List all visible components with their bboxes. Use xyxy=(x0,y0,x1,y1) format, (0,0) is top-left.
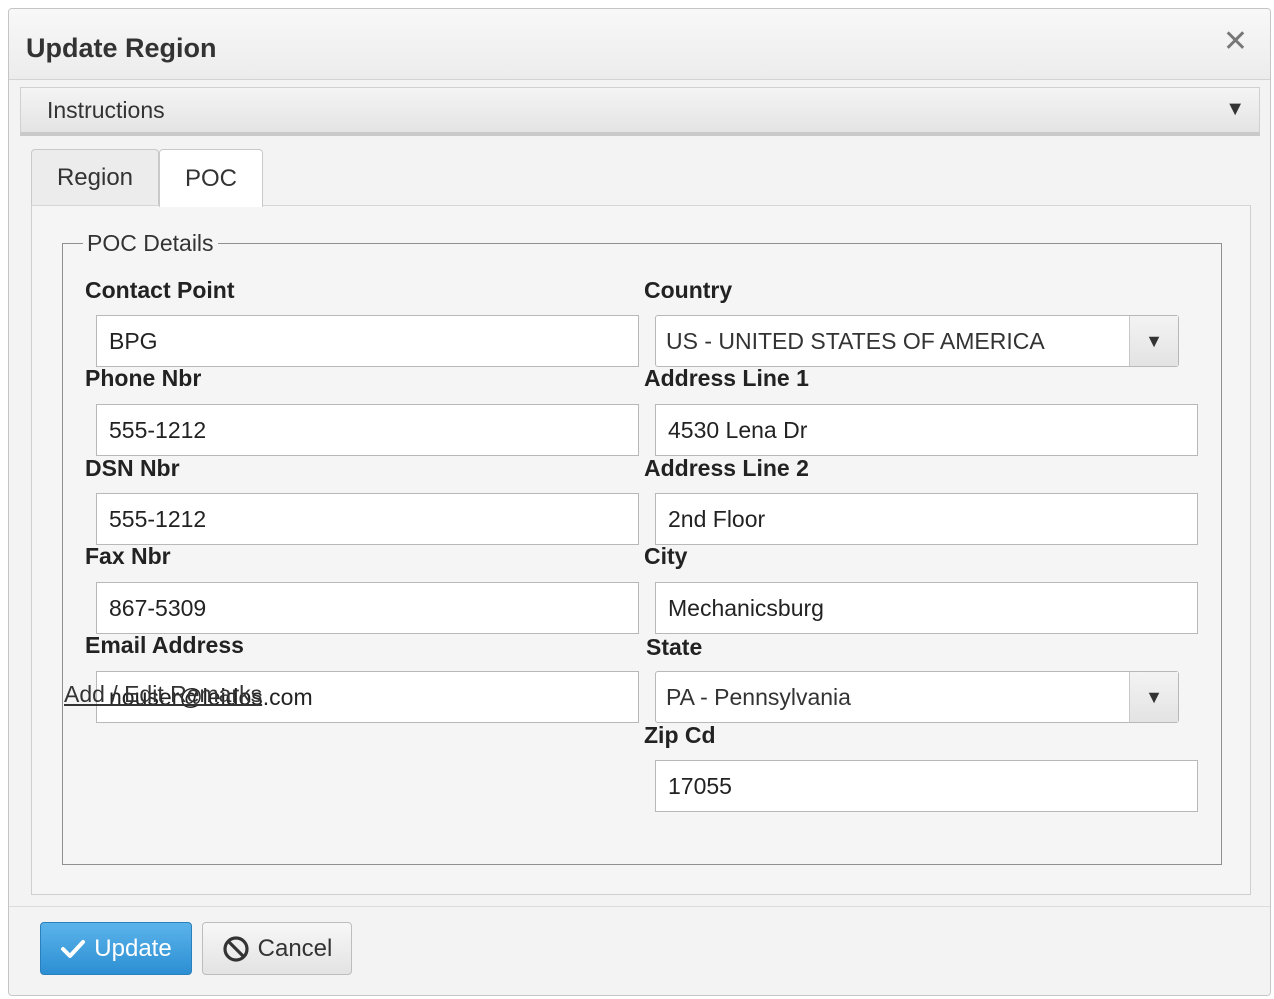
tab-region-label: Region xyxy=(56,163,134,191)
poc-details-fieldset: POC Details Contact Point Phone Nbr DSN … xyxy=(62,230,1222,865)
chevron-down-icon[interactable]: ▼ xyxy=(1129,672,1178,722)
instructions-accordion[interactable]: Instructions ▼ xyxy=(20,87,1260,136)
contact-point-input[interactable] xyxy=(96,315,639,367)
country-select[interactable]: US - UNITED STATES OF AMERICA ▼ xyxy=(655,315,1179,367)
state-label: State xyxy=(646,634,703,660)
address-line-1-input[interactable] xyxy=(655,404,1198,456)
tab-poc-label: POC xyxy=(184,164,237,192)
tab-panel: Region POC POC Details Contact Point Pho… xyxy=(31,147,1251,895)
state-select[interactable]: PA - Pennsylvania ▼ xyxy=(655,671,1179,723)
phone-nbr-label: Phone Nbr xyxy=(85,365,202,391)
city-input[interactable] xyxy=(655,582,1198,634)
address-line-1-label: Address Line 1 xyxy=(644,365,809,391)
contact-point-label: Contact Point xyxy=(85,277,235,303)
email-address-label: Email Address xyxy=(85,632,244,658)
country-select-value: US - UNITED STATES OF AMERICA xyxy=(666,328,1045,354)
state-select-value: PA - Pennsylvania xyxy=(666,684,851,710)
instructions-label: Instructions xyxy=(47,97,165,123)
poc-tab-content: POC Details Contact Point Phone Nbr DSN … xyxy=(31,205,1251,895)
update-button[interactable]: Update xyxy=(40,922,192,975)
fax-nbr-label: Fax Nbr xyxy=(85,543,171,569)
fax-nbr-input[interactable] xyxy=(96,582,639,634)
cancel-button[interactable]: Cancel xyxy=(202,922,352,975)
tab-poc[interactable]: POC xyxy=(159,149,263,207)
cancel-button-label: Cancel xyxy=(257,934,333,962)
chevron-down-icon[interactable]: ▼ xyxy=(1129,316,1178,366)
zip-cd-input[interactable] xyxy=(655,760,1198,812)
cancel-icon xyxy=(222,935,250,963)
dsn-nbr-label: DSN Nbr xyxy=(85,455,180,481)
close-icon[interactable]: ✕ xyxy=(1223,27,1248,57)
update-region-dialog: Update Region ✕ Instructions ▼ Region PO… xyxy=(8,8,1271,996)
dialog-footer: Update Cancel xyxy=(9,906,1270,995)
update-button-label: Update xyxy=(94,934,172,962)
address-line-2-label: Address Line 2 xyxy=(644,455,809,481)
dialog-title: Update Region xyxy=(26,33,217,63)
checkmark-icon xyxy=(60,938,86,960)
zip-cd-label: Zip Cd xyxy=(644,722,716,748)
tab-region[interactable]: Region xyxy=(31,149,159,205)
address-line-2-input[interactable] xyxy=(655,493,1198,545)
add-edit-remarks-link[interactable]: Add / Edit Remarks xyxy=(64,681,262,708)
dialog-titlebar: Update Region ✕ xyxy=(9,9,1270,80)
city-label: City xyxy=(644,543,688,569)
country-label: Country xyxy=(644,277,733,303)
dsn-nbr-input[interactable] xyxy=(96,493,639,545)
poc-details-legend: POC Details xyxy=(87,230,214,256)
phone-nbr-input[interactable] xyxy=(96,404,639,456)
caret-down-icon: ▼ xyxy=(1225,98,1245,120)
